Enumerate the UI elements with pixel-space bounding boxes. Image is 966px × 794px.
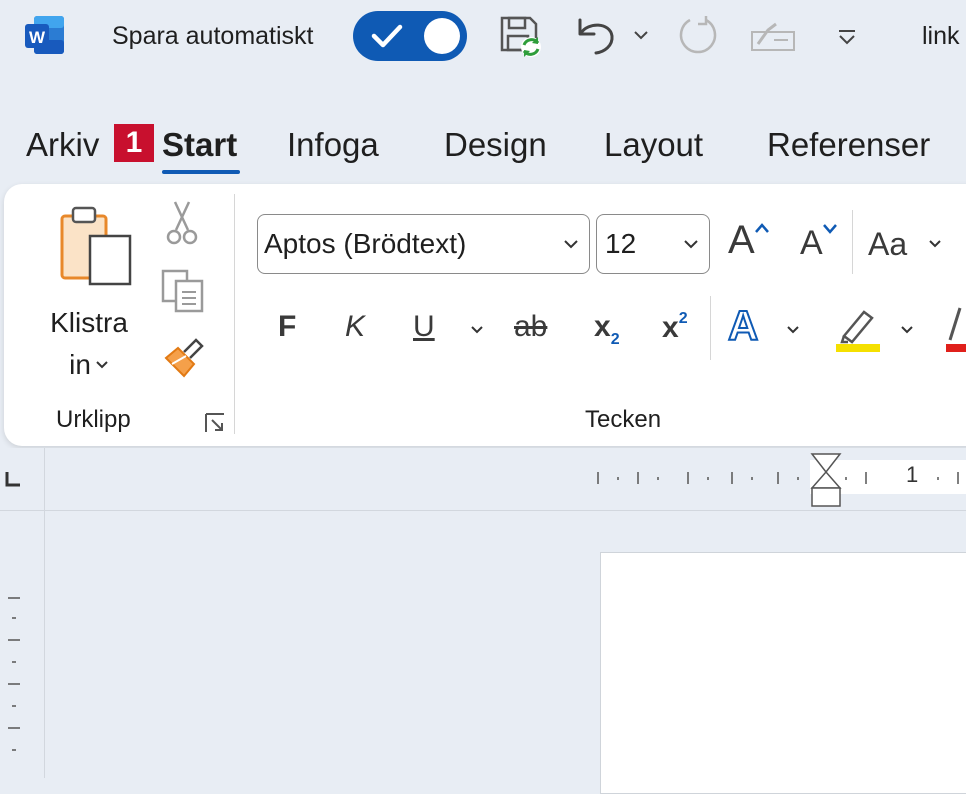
font-name-value: Aptos (Brödtext) <box>264 228 467 259</box>
undo-icon[interactable] <box>574 16 618 56</box>
group-divider <box>234 194 235 434</box>
chevron-down-icon[interactable] <box>900 324 914 336</box>
document-title: link <box>922 22 960 50</box>
bold-letter: F <box>278 310 297 343</box>
strikethrough-button[interactable]: ab <box>514 310 547 344</box>
autosave-toggle[interactable] <box>353 11 467 61</box>
tab-referenser[interactable]: Referenser <box>767 126 930 164</box>
caret-down-icon <box>823 224 837 234</box>
dialog-launcher-icon[interactable] <box>204 412 226 434</box>
autosave-label: Spara automatiskt <box>112 22 314 50</box>
subscript-letter: x <box>594 310 611 343</box>
chevron-down-icon <box>96 361 108 369</box>
tab-selector-icon[interactable] <box>4 470 22 488</box>
format-painter-icon[interactable] <box>162 334 206 380</box>
ruler-number: 1 <box>906 462 919 487</box>
shrink-font-button[interactable]: A <box>800 224 823 263</box>
superscript-mark: 2 <box>678 310 688 327</box>
tab-start[interactable]: Start <box>162 126 237 164</box>
superscript-letter: x <box>662 311 679 344</box>
svg-text:W: W <box>29 28 46 47</box>
chevron-down-icon[interactable] <box>470 324 484 336</box>
text-effects-letter: A <box>727 301 759 350</box>
tab-arkiv[interactable]: Arkiv <box>26 126 99 164</box>
toolbar-divider <box>710 296 711 360</box>
highlighter-icon[interactable] <box>836 304 882 352</box>
chevron-down-icon[interactable] <box>928 238 942 250</box>
check-icon <box>371 24 403 48</box>
copy-icon[interactable] <box>160 268 206 314</box>
change-case-label: Aa <box>868 226 908 262</box>
cut-scissors-icon[interactable] <box>166 200 198 246</box>
chevron-down-icon[interactable] <box>786 324 800 336</box>
keytip-badge: 1 <box>114 124 154 162</box>
paste-label-line2: in <box>46 344 132 386</box>
tab-layout[interactable]: Layout <box>604 126 703 164</box>
document-page[interactable] <box>600 552 966 794</box>
italic-button[interactable]: K <box>345 310 365 344</box>
font-name-combobox[interactable]: Aptos (Brödtext) <box>257 214 590 274</box>
paste-button[interactable]: Klistra in <box>46 302 132 386</box>
undo-dropdown-chevron-icon[interactable] <box>633 28 649 42</box>
font-size-combobox[interactable]: 12 <box>596 214 710 274</box>
clipboard-paste-icon[interactable] <box>58 204 136 286</box>
tab-infoga[interactable]: Infoga <box>287 126 379 164</box>
save-sync-icon[interactable] <box>498 14 544 60</box>
grow-font-button[interactable]: A <box>728 218 755 263</box>
grow-font-letter: A <box>728 218 755 262</box>
customize-qat-icon[interactable] <box>836 26 858 48</box>
text-effects-button[interactable]: A <box>727 301 759 350</box>
italic-letter: K <box>345 310 366 343</box>
chevron-down-icon <box>684 240 698 249</box>
redo-icon[interactable] <box>674 12 720 58</box>
change-case-button[interactable]: Aa <box>868 226 907 263</box>
shrink-font-letter: A <box>800 224 823 262</box>
active-tab-indicator <box>162 170 240 174</box>
toggle-knob <box>424 18 460 54</box>
tab-design[interactable]: Design <box>444 126 547 164</box>
ruler-separator <box>0 510 966 511</box>
format-painter-disabled-icon[interactable] <box>750 20 798 54</box>
toolbar-divider <box>852 210 853 274</box>
font-size-value: 12 <box>605 228 637 259</box>
subscript-mark: 2 <box>610 331 620 348</box>
bold-button[interactable]: F <box>278 310 296 344</box>
paste-label-text: in <box>69 349 91 380</box>
superscript-button[interactable]: x2 <box>662 310 688 345</box>
strikethrough-letters: ab <box>514 310 548 343</box>
underline-letter: U <box>413 310 435 343</box>
font-color-icon[interactable] <box>946 304 966 352</box>
chevron-down-icon <box>564 240 578 249</box>
caret-up-icon <box>755 223 769 233</box>
clipboard-group-label: Urklipp <box>56 406 131 433</box>
underline-button[interactable]: U <box>413 310 435 344</box>
font-group-label: Tecken <box>585 406 662 433</box>
vertical-ruler[interactable] <box>4 588 24 768</box>
paste-label-line1: Klistra <box>50 307 128 338</box>
vertical-ruler-edge <box>44 448 45 778</box>
subscript-button[interactable]: x2 <box>594 310 620 349</box>
word-app-icon: W <box>25 16 64 54</box>
